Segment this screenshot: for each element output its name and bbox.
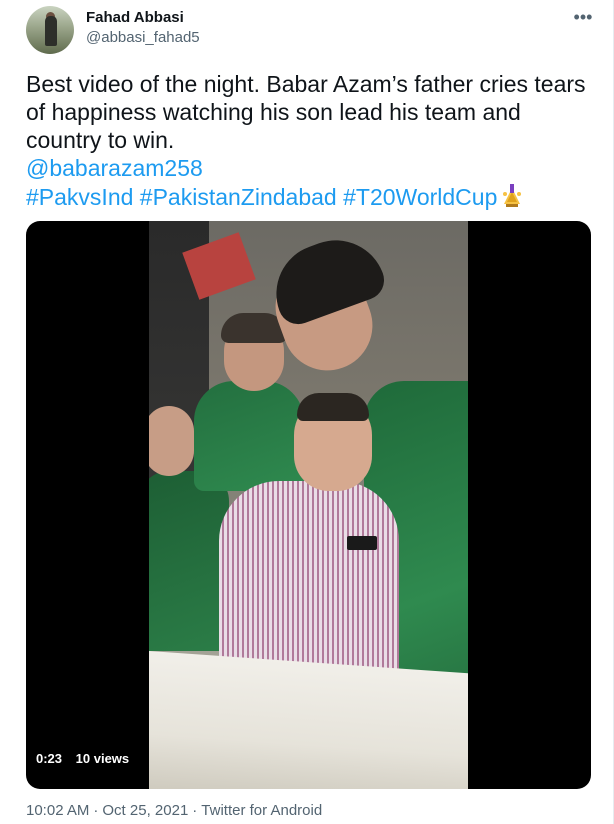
tweet-card: Fahad Abbasi @abbasi_fahad5 ••• Best vid…	[0, 0, 614, 824]
trophy-icon	[503, 184, 522, 207]
avatar-figure-body	[45, 16, 57, 46]
tweet-metadata: 10:02 AM · Oct 25, 2021 · Twitter for Androi…	[26, 802, 322, 819]
avatar[interactable]	[26, 6, 74, 54]
hashtag-t20worldcup[interactable]: #T20WorldCup	[343, 184, 497, 210]
more-dots-icon[interactable]: •••	[572, 6, 594, 28]
video-time: 0:23	[36, 751, 63, 766]
mention-link[interactable]: @babarazam258	[26, 155, 203, 181]
tweet-source[interactable]: Twitter for Android	[201, 802, 322, 819]
video-player[interactable]: 0:23 10 views	[26, 221, 591, 789]
author-handle[interactable]: @abbasi_fahad5	[86, 29, 200, 46]
hashtag-pakistanzindabad[interactable]: #PakistanZindabad	[140, 184, 337, 210]
tweet-line-1: Best video of the night. Babar Azam’s fa…	[26, 71, 586, 97]
meta-separator: ·	[93, 802, 99, 819]
hashtag-pakvsind[interactable]: #PakvsInd	[26, 184, 133, 210]
tweet-time[interactable]: 10:02 AM	[26, 802, 89, 819]
meta-separator: ·	[192, 802, 198, 819]
video-frame	[149, 221, 468, 789]
tweet-text: Best video of the night. Babar Azam’s fa…	[26, 70, 596, 211]
tweet-line-3: country to win.	[26, 127, 175, 153]
tweet-date[interactable]: Oct 25, 2021	[102, 802, 188, 819]
video-views: 10 views	[75, 751, 130, 766]
tweet-line-2: of happiness watching his son lead his t…	[26, 99, 521, 125]
author-display-name[interactable]: Fahad Abbasi	[86, 9, 184, 26]
video-stats: 0:23 10 views	[36, 751, 139, 766]
